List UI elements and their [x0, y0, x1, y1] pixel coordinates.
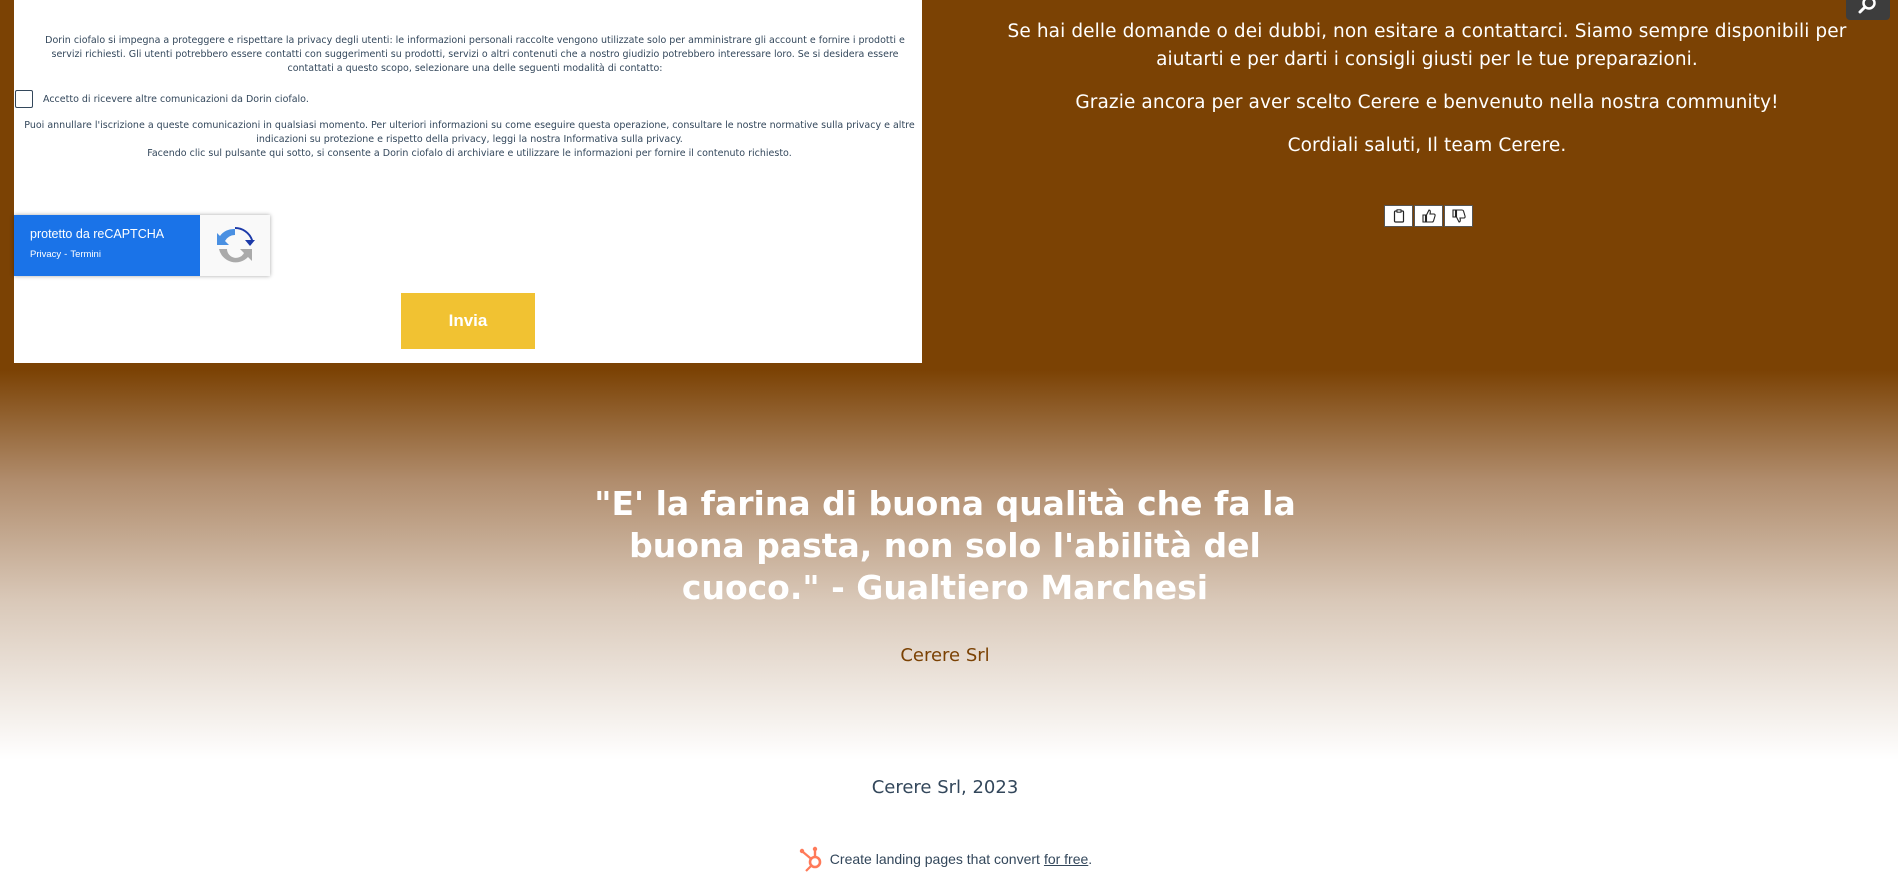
- quote-author: Cerere Srl: [900, 645, 990, 666]
- thumbs-up-button[interactable]: [1414, 205, 1443, 227]
- hubspot-free-link[interactable]: for free: [1044, 851, 1088, 867]
- clipboard-icon: [1393, 209, 1404, 223]
- contact-paragraph: Se hai delle domande o dei dubbi, non es…: [1007, 21, 1847, 70]
- hubspot-period: .: [1088, 851, 1093, 867]
- hubspot-logo-icon: [799, 846, 822, 872]
- hubspot-text: Create landing pages that convert: [829, 851, 1040, 867]
- recaptcha-badge[interactable]: protetto da reCAPTCHA Privacy - Termini: [14, 215, 270, 276]
- recaptcha-terms-link[interactable]: Termini: [70, 249, 101, 260]
- marketing-consent-label: Accetto di ricevere altre comunicazioni …: [43, 93, 309, 105]
- search-icon: [1858, 0, 1876, 14]
- marketing-consent-row[interactable]: Accetto di ricevere altre comunicazioni …: [15, 90, 309, 108]
- search-button[interactable]: [1846, 0, 1890, 20]
- quote-text: "E' la farina di buona qualità che fa la…: [594, 484, 1296, 607]
- thumbs-up-icon: [1421, 209, 1436, 223]
- chat-response-message: Se hai delle domande o dei dubbi, non es…: [978, 18, 1876, 175]
- thanks-paragraph: Grazie ancora per aver scelto Cerere e b…: [1075, 92, 1779, 113]
- recaptcha-privacy-link[interactable]: Privacy: [30, 249, 61, 260]
- signoff-paragraph: Cordiali saluti, Il team Cerere.: [1287, 135, 1567, 156]
- recaptcha-links: Privacy - Termini: [30, 249, 200, 260]
- submit-button[interactable]: Invia: [401, 293, 535, 349]
- recaptcha-label-area: protetto da reCAPTCHA Privacy - Termini: [14, 215, 200, 276]
- unsubscribe-text: Puoi annullare l'iscrizione a queste com…: [24, 120, 915, 145]
- copyright-text: Cerere Srl, 2023: [871, 777, 1019, 798]
- signup-form-panel: Dorin ciofalo si impegna a proteggere e …: [14, 0, 922, 363]
- hubspot-promo: Create landing pages that convert for fr…: [0, 845, 1890, 873]
- submit-consent-text: Facendo clic sul pulsante qui sotto, si …: [147, 148, 792, 159]
- marketing-consent-checkbox[interactable]: [15, 90, 33, 108]
- thumbs-down-button[interactable]: [1444, 205, 1473, 227]
- privacy-consent-text: Dorin ciofalo si impegna a proteggere e …: [45, 35, 905, 74]
- recaptcha-logo-icon: [200, 215, 270, 276]
- copy-button[interactable]: [1384, 205, 1413, 227]
- recaptcha-separator: -: [64, 249, 68, 260]
- thumbs-down-icon: [1451, 209, 1466, 223]
- unsubscribe-info: Puoi annullare l'iscrizione a queste com…: [22, 119, 917, 161]
- recaptcha-title: protetto da reCAPTCHA: [30, 227, 165, 241]
- feedback-buttons: [1384, 205, 1474, 227]
